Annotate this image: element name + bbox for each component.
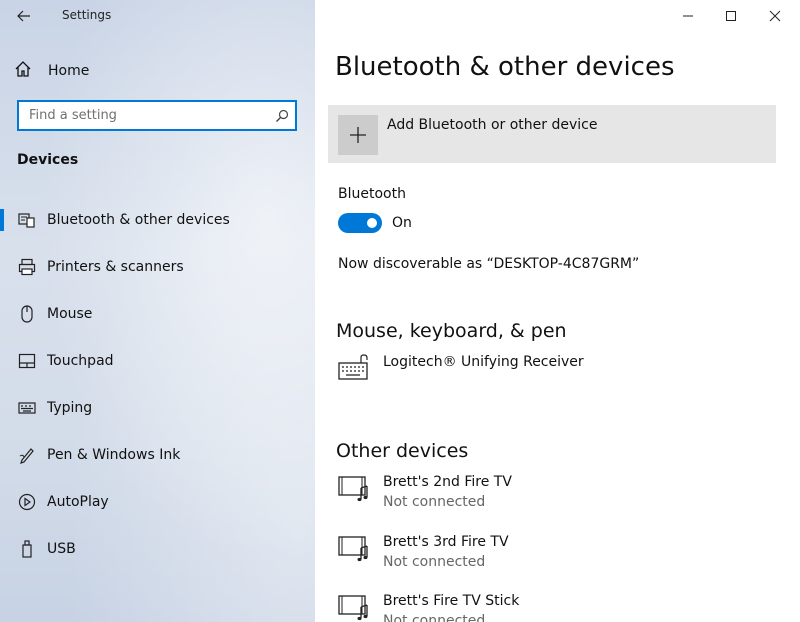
bluetooth-devices-icon [17,212,37,228]
media-device-icon [337,534,373,564]
close-button[interactable] [752,0,798,32]
bluetooth-label: Bluetooth [338,186,406,202]
autoplay-icon [17,493,37,511]
sidebar-item-autoplay[interactable]: AutoPlay [0,478,315,525]
device-item-fire-tv-stick[interactable]: Brett's Fire TV Stick Not connected [337,591,519,622]
device-status: Not connected [383,494,486,510]
sidebar-item-label: Mouse [47,305,93,322]
sidebar-item-label: Bluetooth & other devices [47,211,230,228]
mouse-icon [17,304,37,323]
device-item-logitech[interactable]: Logitech® Unifying Receiver [337,352,584,384]
other-devices-heading: Other devices [336,440,469,462]
device-name: Logitech® Unifying Receiver [383,354,584,370]
device-text: Brett's Fire TV Stick Not connected [383,591,519,622]
search-input[interactable] [19,102,269,129]
bluetooth-state-label: On [392,215,412,231]
minimize-icon [683,15,693,17]
device-text: Brett's 3rd Fire TV Not connected [383,532,509,572]
pen-icon [17,446,37,464]
device-name: Brett's 3rd Fire TV [383,534,509,550]
app-title: Settings [62,8,112,22]
sidebar-item-touchpad[interactable]: Touchpad [0,337,315,384]
printer-icon [17,258,37,276]
keyboard-device-icon [337,354,373,384]
search-icon[interactable] [269,102,295,129]
usb-icon [17,539,37,558]
discoverable-text: Now discoverable as “DESKTOP-4C87GRM” [338,256,640,272]
back-button[interactable] [12,6,36,26]
home-label: Home [48,63,90,79]
plus-icon [338,115,378,155]
title-bar: Settings [0,0,315,32]
search-box [17,100,297,131]
minimize-button[interactable] [665,0,711,32]
sidebar: Settings Home Devices Bluetooth & other … [0,0,315,622]
device-name: Brett's 2nd Fire TV [383,474,512,490]
home-link[interactable]: Home [14,58,89,84]
mouse-keyboard-pen-heading: Mouse, keyboard, & pen [336,320,567,342]
sidebar-item-pen[interactable]: Pen & Windows Ink [0,431,315,478]
close-icon [769,10,781,22]
device-status: Not connected [383,554,486,570]
touchpad-icon [17,353,37,369]
page-title: Bluetooth & other devices [335,52,675,82]
back-arrow-icon [17,10,30,22]
sidebar-item-usb[interactable]: USB [0,525,315,572]
sidebar-item-mouse[interactable]: Mouse [0,290,315,337]
device-text: Brett's 2nd Fire TV Not connected [383,472,512,512]
keyboard-icon [17,401,37,414]
sidebar-item-label: Touchpad [47,352,114,369]
device-status: Not connected [383,613,486,622]
add-device-button[interactable]: Add Bluetooth or other device [328,105,776,163]
media-device-icon [337,593,373,622]
add-device-label: Add Bluetooth or other device [387,117,598,133]
device-text: Logitech® Unifying Receiver [383,352,584,384]
sidebar-item-label: USB [47,540,76,557]
nav-list: Bluetooth & other devices Printers & sca… [0,196,315,572]
device-name: Brett's Fire TV Stick [383,593,520,609]
sidebar-item-typing[interactable]: Typing [0,384,315,431]
sidebar-item-label: Pen & Windows Ink [47,446,181,463]
main-panel: Bluetooth & other devices Add Bluetooth … [315,0,800,622]
section-title: Devices [17,152,79,168]
home-icon [14,60,36,82]
maximize-button[interactable] [708,0,754,32]
selection-indicator [0,209,4,231]
sidebar-item-printers[interactable]: Printers & scanners [0,243,315,290]
device-item-fire-tv-3[interactable]: Brett's 3rd Fire TV Not connected [337,532,509,572]
maximize-icon [726,11,736,21]
sidebar-item-label: Typing [47,399,93,416]
settings-window: Settings Home Devices Bluetooth & other … [0,0,800,622]
bluetooth-toggle[interactable] [338,213,382,233]
media-device-icon [337,474,373,504]
toggle-knob [367,218,377,228]
sidebar-item-label: Printers & scanners [47,258,184,275]
sidebar-item-bluetooth[interactable]: Bluetooth & other devices [0,196,315,243]
device-item-fire-tv-2[interactable]: Brett's 2nd Fire TV Not connected [337,472,512,512]
sidebar-item-label: AutoPlay [47,493,109,510]
